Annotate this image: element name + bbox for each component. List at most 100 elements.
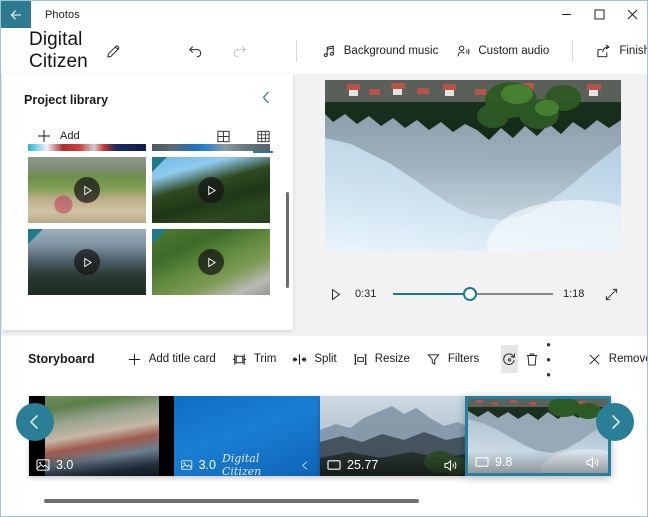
storyboard-panel: Storyboard Add title card Trim Split Res… (2, 336, 648, 516)
project-title-group: Digital Citizen (1, 29, 122, 73)
seek-handle[interactable] (462, 287, 477, 301)
command-bar-actions: Background music Custom audio Finish (313, 38, 648, 65)
trim-button[interactable]: Trim (224, 346, 285, 373)
storyboard-next-button[interactable] (596, 403, 634, 441)
undo-button[interactable] (182, 38, 208, 64)
thumb-play-overlay[interactable] (198, 249, 224, 275)
thumb-play-overlay[interactable] (74, 177, 100, 203)
rotate-icon (503, 352, 516, 365)
custom-audio-button[interactable]: Custom audio (447, 38, 558, 65)
library-thumbnail-grid[interactable] (2, 144, 293, 324)
library-thumb-mountain-haze[interactable] (28, 229, 146, 295)
finish-video-button[interactable]: Finish video (587, 38, 648, 65)
thumb-selected-corner-icon (152, 229, 167, 244)
clip-duration: 25.77 (347, 458, 379, 472)
library-thumb-child-swing[interactable] (28, 157, 146, 223)
photos-video-editor-window: Photos Digital Citizen Background music … (0, 0, 648, 517)
actions-divider (572, 40, 574, 62)
thumb-play-overlay[interactable] (198, 177, 224, 203)
storyboard-overflow-button[interactable]: • • • (546, 337, 553, 382)
pencil-icon (107, 44, 120, 57)
close-icon (627, 9, 638, 20)
chevron-left-icon (262, 91, 269, 104)
thumbnail-cut-left[interactable] (28, 144, 146, 151)
resize-label: Resize (374, 353, 410, 365)
chevron-left-icon (29, 414, 39, 430)
clip-meta: 3.0 Digital Citizen (174, 452, 320, 476)
thumb-play-overlay[interactable] (74, 249, 100, 275)
photo-icon (181, 460, 193, 470)
command-bar: Digital Citizen Background music Custom … (1, 28, 648, 74)
plus-icon (38, 130, 50, 142)
storyboard-horizontal-scrollbar[interactable] (44, 499, 419, 503)
storyboard-clip-lake-reflection[interactable]: 9.8 (465, 396, 611, 476)
rotate-button[interactable] (501, 345, 519, 373)
resize-button[interactable]: Resize (345, 346, 418, 373)
library-header: Project library (2, 74, 293, 112)
thumbnail-cut-right[interactable] (152, 144, 270, 151)
editor-workspace: Project library Add 0:31 1:18 (1, 74, 647, 336)
storyboard-prev-button[interactable] (16, 403, 54, 441)
remove-all-label: Remove all (608, 353, 648, 365)
title-card-text: Digital Citizen (221, 452, 262, 476)
back-button[interactable] (1, 1, 31, 28)
filters-button[interactable]: Filters (418, 346, 487, 373)
clip-duration: 3.0 (56, 458, 74, 472)
library-title: Project library (24, 93, 109, 107)
play-icon (331, 288, 340, 300)
delete-clip-button[interactable] (524, 345, 540, 373)
close-button[interactable] (616, 1, 647, 28)
storyboard-title: Storyboard (28, 352, 95, 366)
minimize-button[interactable] (550, 1, 583, 28)
speaker-icon (444, 459, 457, 471)
storyboard-clip-mountain-ridge[interactable]: 25.77 (320, 396, 466, 476)
clip-meta: 9.8 (468, 451, 608, 473)
background-music-button[interactable]: Background music (313, 38, 448, 65)
storyboard-clip-three-cyclists[interactable]: 3.0 (29, 396, 175, 476)
seek-slider[interactable] (393, 285, 553, 303)
minimize-icon (562, 14, 571, 15)
lake-mountain-reflection-image (325, 80, 621, 251)
total-time-label: 1:18 (563, 288, 585, 300)
video-icon (327, 460, 341, 470)
maximize-button[interactable] (583, 1, 616, 28)
undo-icon (189, 45, 202, 57)
close-x-icon (589, 353, 600, 365)
add-title-card-button[interactable]: Add title card (119, 346, 224, 373)
music-note-icon (323, 44, 334, 57)
redo-icon (234, 45, 247, 57)
library-thumb-forest-road[interactable] (152, 229, 270, 295)
finish-video-label: Finish video (619, 45, 648, 57)
add-media-label: Add (60, 130, 80, 142)
current-time-label: 0:31 (355, 288, 377, 300)
split-button[interactable]: Split (284, 346, 344, 373)
video-icon (475, 457, 489, 467)
grid-3x3-icon (256, 130, 270, 142)
video-preview-pane: 0:31 1:18 (301, 74, 647, 330)
redo-button[interactable] (228, 38, 254, 64)
chevron-right-icon (611, 414, 621, 430)
app-name-label: Photos (45, 8, 80, 21)
play-button[interactable] (325, 284, 345, 304)
fullscreen-button[interactable] (601, 284, 621, 304)
storyboard-clip-title-card[interactable]: 3.0 Digital Citizen (174, 396, 320, 476)
clip-duration: 9.8 (495, 455, 513, 469)
seek-progress (393, 293, 470, 295)
collapse-library-button[interactable] (256, 88, 277, 112)
export-share-icon (597, 44, 611, 57)
clip-duration: 3.0 (198, 458, 216, 472)
expand-icon (605, 288, 617, 300)
rename-project-button[interactable] (105, 40, 122, 62)
storyboard-toolbar: Storyboard Add title card Trim Split Res… (2, 336, 648, 382)
video-preview-frame[interactable] (325, 80, 621, 251)
library-thumb-forest-sky[interactable] (152, 157, 270, 223)
remove-all-button[interactable]: Remove all (579, 346, 648, 373)
project-title: Digital Citizen (29, 29, 88, 72)
thumbnail-row-2 (28, 229, 279, 295)
thumb-selected-corner-icon (28, 229, 43, 244)
back-arrow-icon (10, 9, 21, 20)
thumb-selected-corner-icon (152, 157, 167, 172)
window-controls (550, 1, 647, 28)
library-vertical-scrollbar[interactable] (286, 192, 289, 288)
custom-audio-label: Custom audio (478, 45, 550, 57)
